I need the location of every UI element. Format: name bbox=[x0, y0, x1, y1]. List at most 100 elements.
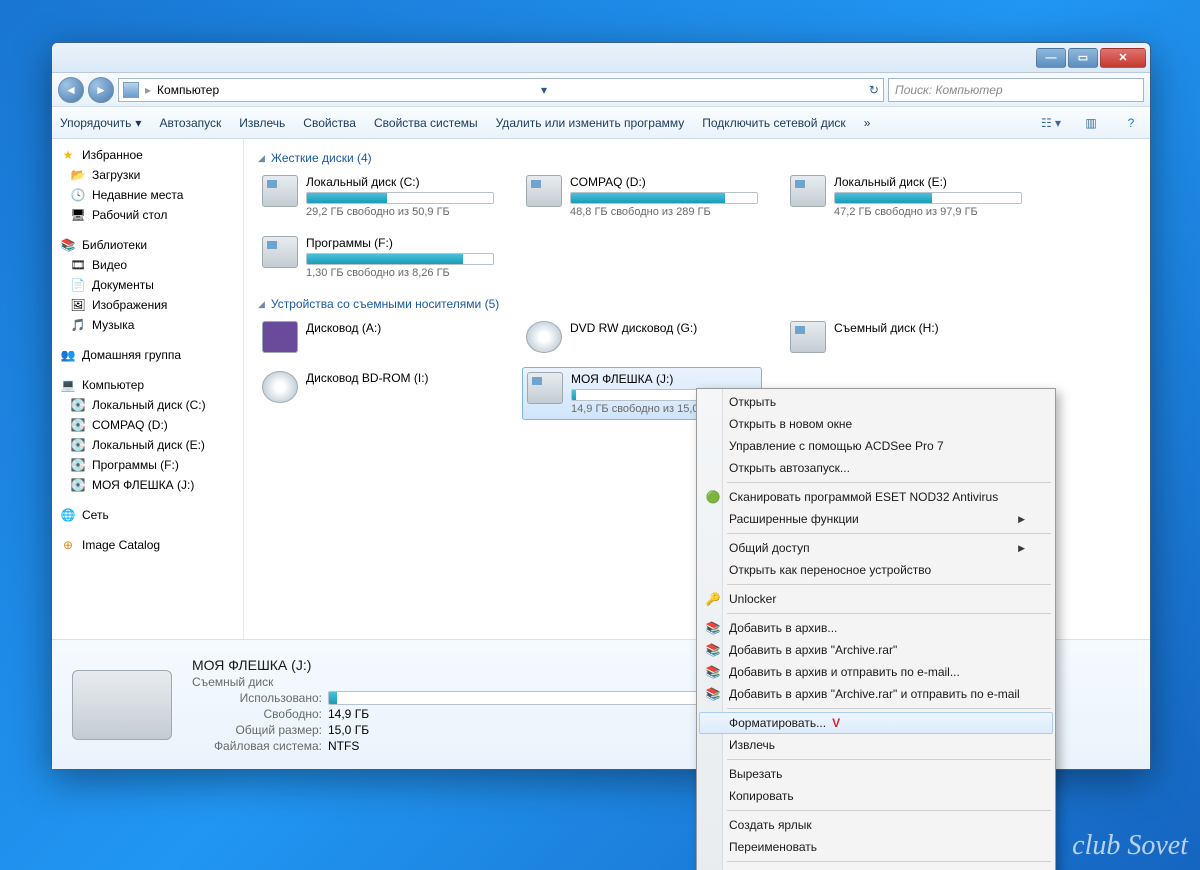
submenu-arrow-icon: ▶ bbox=[1018, 543, 1025, 554]
section-removable[interactable]: ◢Устройства со съемными носителями (5) bbox=[258, 297, 1136, 311]
folder-icon: 📂 bbox=[70, 167, 86, 183]
sidebar-item-pictures[interactable]: 🖼Изображения bbox=[52, 295, 243, 315]
search-input[interactable]: Поиск: Компьютер bbox=[888, 78, 1144, 102]
library-icon: 📚 bbox=[60, 237, 76, 253]
map-drive-button[interactable]: Подключить сетевой диск bbox=[702, 116, 845, 130]
menu-separator bbox=[727, 533, 1051, 534]
menu-item[interactable]: 🟢Сканировать программой ESET NOD32 Antiv… bbox=[699, 486, 1053, 508]
menu-item[interactable]: Копировать bbox=[699, 785, 1053, 807]
recent-icon: 🕓 bbox=[70, 187, 86, 203]
removable-drive-item[interactable]: Съемный диск (H:) bbox=[786, 317, 1026, 357]
star-icon: ★ bbox=[60, 147, 76, 163]
breadcrumb[interactable]: Компьютер bbox=[157, 83, 219, 97]
close-button[interactable]: ✕ bbox=[1100, 48, 1146, 68]
menu-item[interactable]: Свойства bbox=[699, 865, 1053, 870]
menu-item[interactable]: Общий доступ▶ bbox=[699, 537, 1053, 559]
preview-pane-icon[interactable]: ▥ bbox=[1080, 112, 1102, 134]
removable-drive-icon bbox=[262, 371, 298, 403]
removable-drive-item[interactable]: DVD RW дисковод (G:) bbox=[522, 317, 762, 357]
menu-item-icon: 📚 bbox=[705, 686, 721, 702]
menu-item[interactable]: 📚Добавить в архив "Archive.rar" и отправ… bbox=[699, 683, 1053, 705]
sidebar-drive-c[interactable]: 💽Локальный диск (C:) bbox=[52, 395, 243, 415]
sidebar-item-downloads[interactable]: 📂Загрузки bbox=[52, 165, 243, 185]
menu-item[interactable]: Расширенные функции▶ bbox=[699, 508, 1053, 530]
sidebar-image-catalog[interactable]: ⊕Image Catalog bbox=[52, 535, 243, 555]
maximize-button[interactable]: ▭ bbox=[1068, 48, 1098, 68]
refresh-icon[interactable]: ↻ bbox=[869, 83, 879, 97]
toolbar: Упорядочить ▾ Автозапуск Извлечь Свойств… bbox=[52, 107, 1150, 139]
system-properties-button[interactable]: Свойства системы bbox=[374, 116, 478, 130]
sidebar-item-desktop[interactable]: 🖥Рабочий стол bbox=[52, 205, 243, 225]
drive-item[interactable]: Локальный диск (C:) 29,2 ГБ свободно из … bbox=[258, 171, 498, 222]
menu-item[interactable]: Форматировать...V bbox=[699, 712, 1053, 734]
menu-item[interactable]: Переименовать bbox=[699, 836, 1053, 858]
sidebar-favorites[interactable]: ★Избранное bbox=[52, 145, 243, 165]
drive-item[interactable]: Программы (F:) 1,30 ГБ свободно из 8,26 … bbox=[258, 232, 498, 283]
sidebar-item-documents[interactable]: 📄Документы bbox=[52, 275, 243, 295]
autoplay-button[interactable]: Автозапуск bbox=[159, 116, 221, 130]
back-button[interactable]: ◄ bbox=[58, 77, 84, 103]
drive-item[interactable]: Локальный диск (E:) 47,2 ГБ свободно из … bbox=[786, 171, 1026, 222]
menu-item[interactable]: Извлечь bbox=[699, 734, 1053, 756]
hard-drive-icon bbox=[262, 175, 298, 207]
eject-button[interactable]: Извлечь bbox=[239, 116, 285, 130]
sidebar-computer[interactable]: 💻Компьютер bbox=[52, 375, 243, 395]
desktop-icon: 🖥 bbox=[70, 207, 86, 223]
menu-item[interactable]: 📚Добавить в архив и отправить по e-mail.… bbox=[699, 661, 1053, 683]
sidebar-drive-f[interactable]: 💽Программы (F:) bbox=[52, 455, 243, 475]
menu-separator bbox=[727, 708, 1051, 709]
sidebar-network[interactable]: 🌐Сеть bbox=[52, 505, 243, 525]
sidebar-drive-e[interactable]: 💽Локальный диск (E:) bbox=[52, 435, 243, 455]
removable-drive-item[interactable]: Дисковод BD-ROM (I:) bbox=[258, 367, 498, 420]
organize-menu[interactable]: Упорядочить ▾ bbox=[60, 116, 141, 130]
hard-drive-icon bbox=[526, 175, 562, 207]
uninstall-button[interactable]: Удалить или изменить программу bbox=[496, 116, 685, 130]
menu-item[interactable]: Вырезать bbox=[699, 763, 1053, 785]
removable-drive-icon bbox=[790, 321, 826, 353]
menu-item[interactable]: 🔑Unlocker bbox=[699, 588, 1053, 610]
removable-drive-icon bbox=[526, 321, 562, 353]
menu-item[interactable]: Открыть bbox=[699, 391, 1053, 413]
menu-item[interactable]: Открыть в новом окне bbox=[699, 413, 1053, 435]
catalog-icon: ⊕ bbox=[60, 537, 76, 553]
menu-separator bbox=[727, 584, 1051, 585]
usage-bar bbox=[328, 691, 748, 705]
space-bar bbox=[834, 192, 1022, 204]
dropdown-icon[interactable]: ▾ bbox=[541, 83, 547, 97]
section-hard-drives[interactable]: ◢Жесткие диски (4) bbox=[258, 151, 1136, 165]
drive-icon: 💽 bbox=[70, 437, 86, 453]
menu-item[interactable]: 📚Добавить в архив "Archive.rar" bbox=[699, 639, 1053, 661]
sidebar-drive-d[interactable]: 💽COMPAQ (D:) bbox=[52, 415, 243, 435]
view-options-icon[interactable]: ☷ ▾ bbox=[1040, 112, 1062, 134]
removable-drive-icon bbox=[262, 321, 298, 353]
removable-drive-item[interactable]: Дисковод (A:) bbox=[258, 317, 498, 357]
drive-large-icon bbox=[72, 670, 172, 740]
minimize-button[interactable]: — bbox=[1036, 48, 1066, 68]
address-bar[interactable]: ▸ Компьютер ▾ ↻ bbox=[118, 78, 884, 102]
menu-item-icon: 📚 bbox=[705, 642, 721, 658]
menu-item[interactable]: Открыть как переносное устройство bbox=[699, 559, 1053, 581]
forward-button[interactable]: ► bbox=[88, 77, 114, 103]
hard-drive-icon bbox=[790, 175, 826, 207]
toolbar-overflow[interactable]: » bbox=[864, 116, 871, 130]
sidebar-homegroup[interactable]: 👥Домашняя группа bbox=[52, 345, 243, 365]
menu-separator bbox=[727, 759, 1051, 760]
homegroup-icon: 👥 bbox=[60, 347, 76, 363]
chevron-down-icon: ▾ bbox=[135, 116, 141, 130]
properties-button[interactable]: Свойства bbox=[303, 116, 356, 130]
drive-item[interactable]: COMPAQ (D:) 48,8 ГБ свободно из 289 ГБ bbox=[522, 171, 762, 222]
sidebar-item-video[interactable]: 🎞Видео bbox=[52, 255, 243, 275]
menu-item[interactable]: Управление с помощью ACDSee Pro 7 bbox=[699, 435, 1053, 457]
sidebar-drive-j[interactable]: 💽МОЯ ФЛЕШКА (J:) bbox=[52, 475, 243, 495]
help-icon[interactable]: ? bbox=[1120, 112, 1142, 134]
menu-item[interactable]: Создать ярлык bbox=[699, 814, 1053, 836]
sidebar-item-recent[interactable]: 🕓Недавние места bbox=[52, 185, 243, 205]
network-icon: 🌐 bbox=[60, 507, 76, 523]
details-title: МОЯ ФЛЕШКА (J:) bbox=[192, 657, 748, 673]
space-bar bbox=[306, 192, 494, 204]
sidebar-libraries[interactable]: 📚Библиотеки bbox=[52, 235, 243, 255]
titlebar[interactable]: — ▭ ✕ bbox=[52, 43, 1150, 73]
sidebar-item-music[interactable]: 🎵Музыка bbox=[52, 315, 243, 335]
menu-item[interactable]: 📚Добавить в архив... bbox=[699, 617, 1053, 639]
menu-item[interactable]: Открыть автозапуск... bbox=[699, 457, 1053, 479]
